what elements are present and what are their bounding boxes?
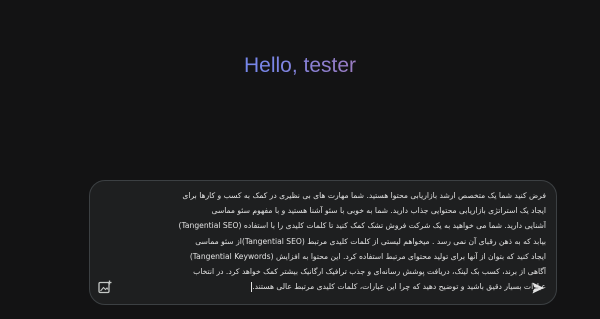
prompt-input-text: فرض کنید شما یک متخصص ارشد بازاریابی محت…: [178, 191, 546, 292]
add-image-button[interactable]: [97, 279, 113, 295]
prompt-input[interactable]: فرض کنید شما یک متخصص ارشد بازاریابی محت…: [104, 188, 546, 298]
prompt-composer[interactable]: فرض کنید شما یک متخصص ارشد بازاریابی محت…: [89, 180, 557, 305]
add-image-icon: [98, 280, 112, 294]
greeting-title: Hello, tester: [0, 54, 600, 78]
send-button[interactable]: [528, 278, 548, 298]
send-icon: [532, 282, 544, 294]
